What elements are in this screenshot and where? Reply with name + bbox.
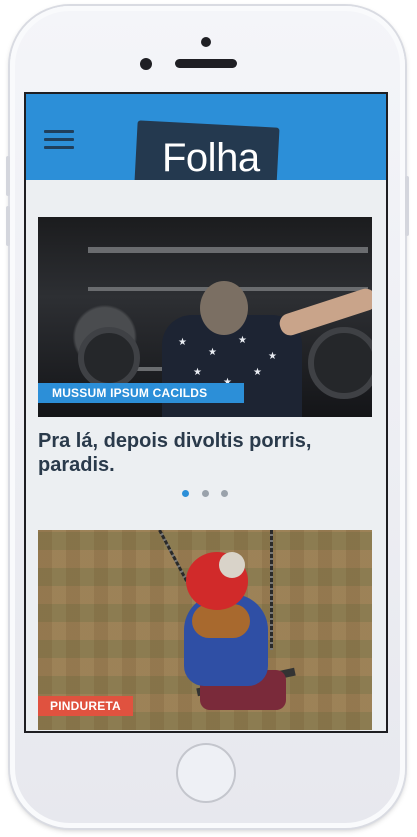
sensor xyxy=(140,58,152,70)
earpiece-speaker xyxy=(175,59,237,68)
carousel-indicator xyxy=(38,484,372,497)
app-header: Folha xyxy=(26,94,386,190)
hamburger-menu-icon[interactable] xyxy=(44,128,76,152)
article-photo[interactable]: ★ ★ ★ ★ ★ ★ ★ MUSSUM IPSUM CACILDS xyxy=(38,217,372,417)
article-headline[interactable]: Pra lá, depois divoltis porris, paradis. xyxy=(38,429,358,477)
app-screen: Folha ★ ★ ★ ★ ★ ★ ★ MUSSUM IPSUM CACILDS… xyxy=(26,94,386,731)
carousel-dot-1[interactable] xyxy=(182,490,190,497)
volume-button-2 xyxy=(6,206,10,246)
article-card[interactable]: Pindureta xyxy=(38,530,372,730)
featured-article-card[interactable]: ★ ★ ★ ★ ★ ★ ★ MUSSUM IPSUM CACILDS Pra l… xyxy=(38,217,372,497)
home-button[interactable] xyxy=(176,743,236,803)
category-tag[interactable]: MUSSUM IPSUM CACILDS xyxy=(38,383,244,403)
article-photo-swing[interactable]: Pindureta xyxy=(38,530,372,730)
front-camera xyxy=(201,37,211,47)
power-button xyxy=(405,176,409,236)
carousel-dot-2[interactable] xyxy=(201,490,209,497)
category-tag[interactable]: Pindureta xyxy=(38,696,133,716)
header-bottom-edge xyxy=(26,180,386,200)
volume-button xyxy=(6,156,10,196)
carousel-dot-3[interactable] xyxy=(220,490,228,497)
logo-text: Folha xyxy=(162,136,260,180)
